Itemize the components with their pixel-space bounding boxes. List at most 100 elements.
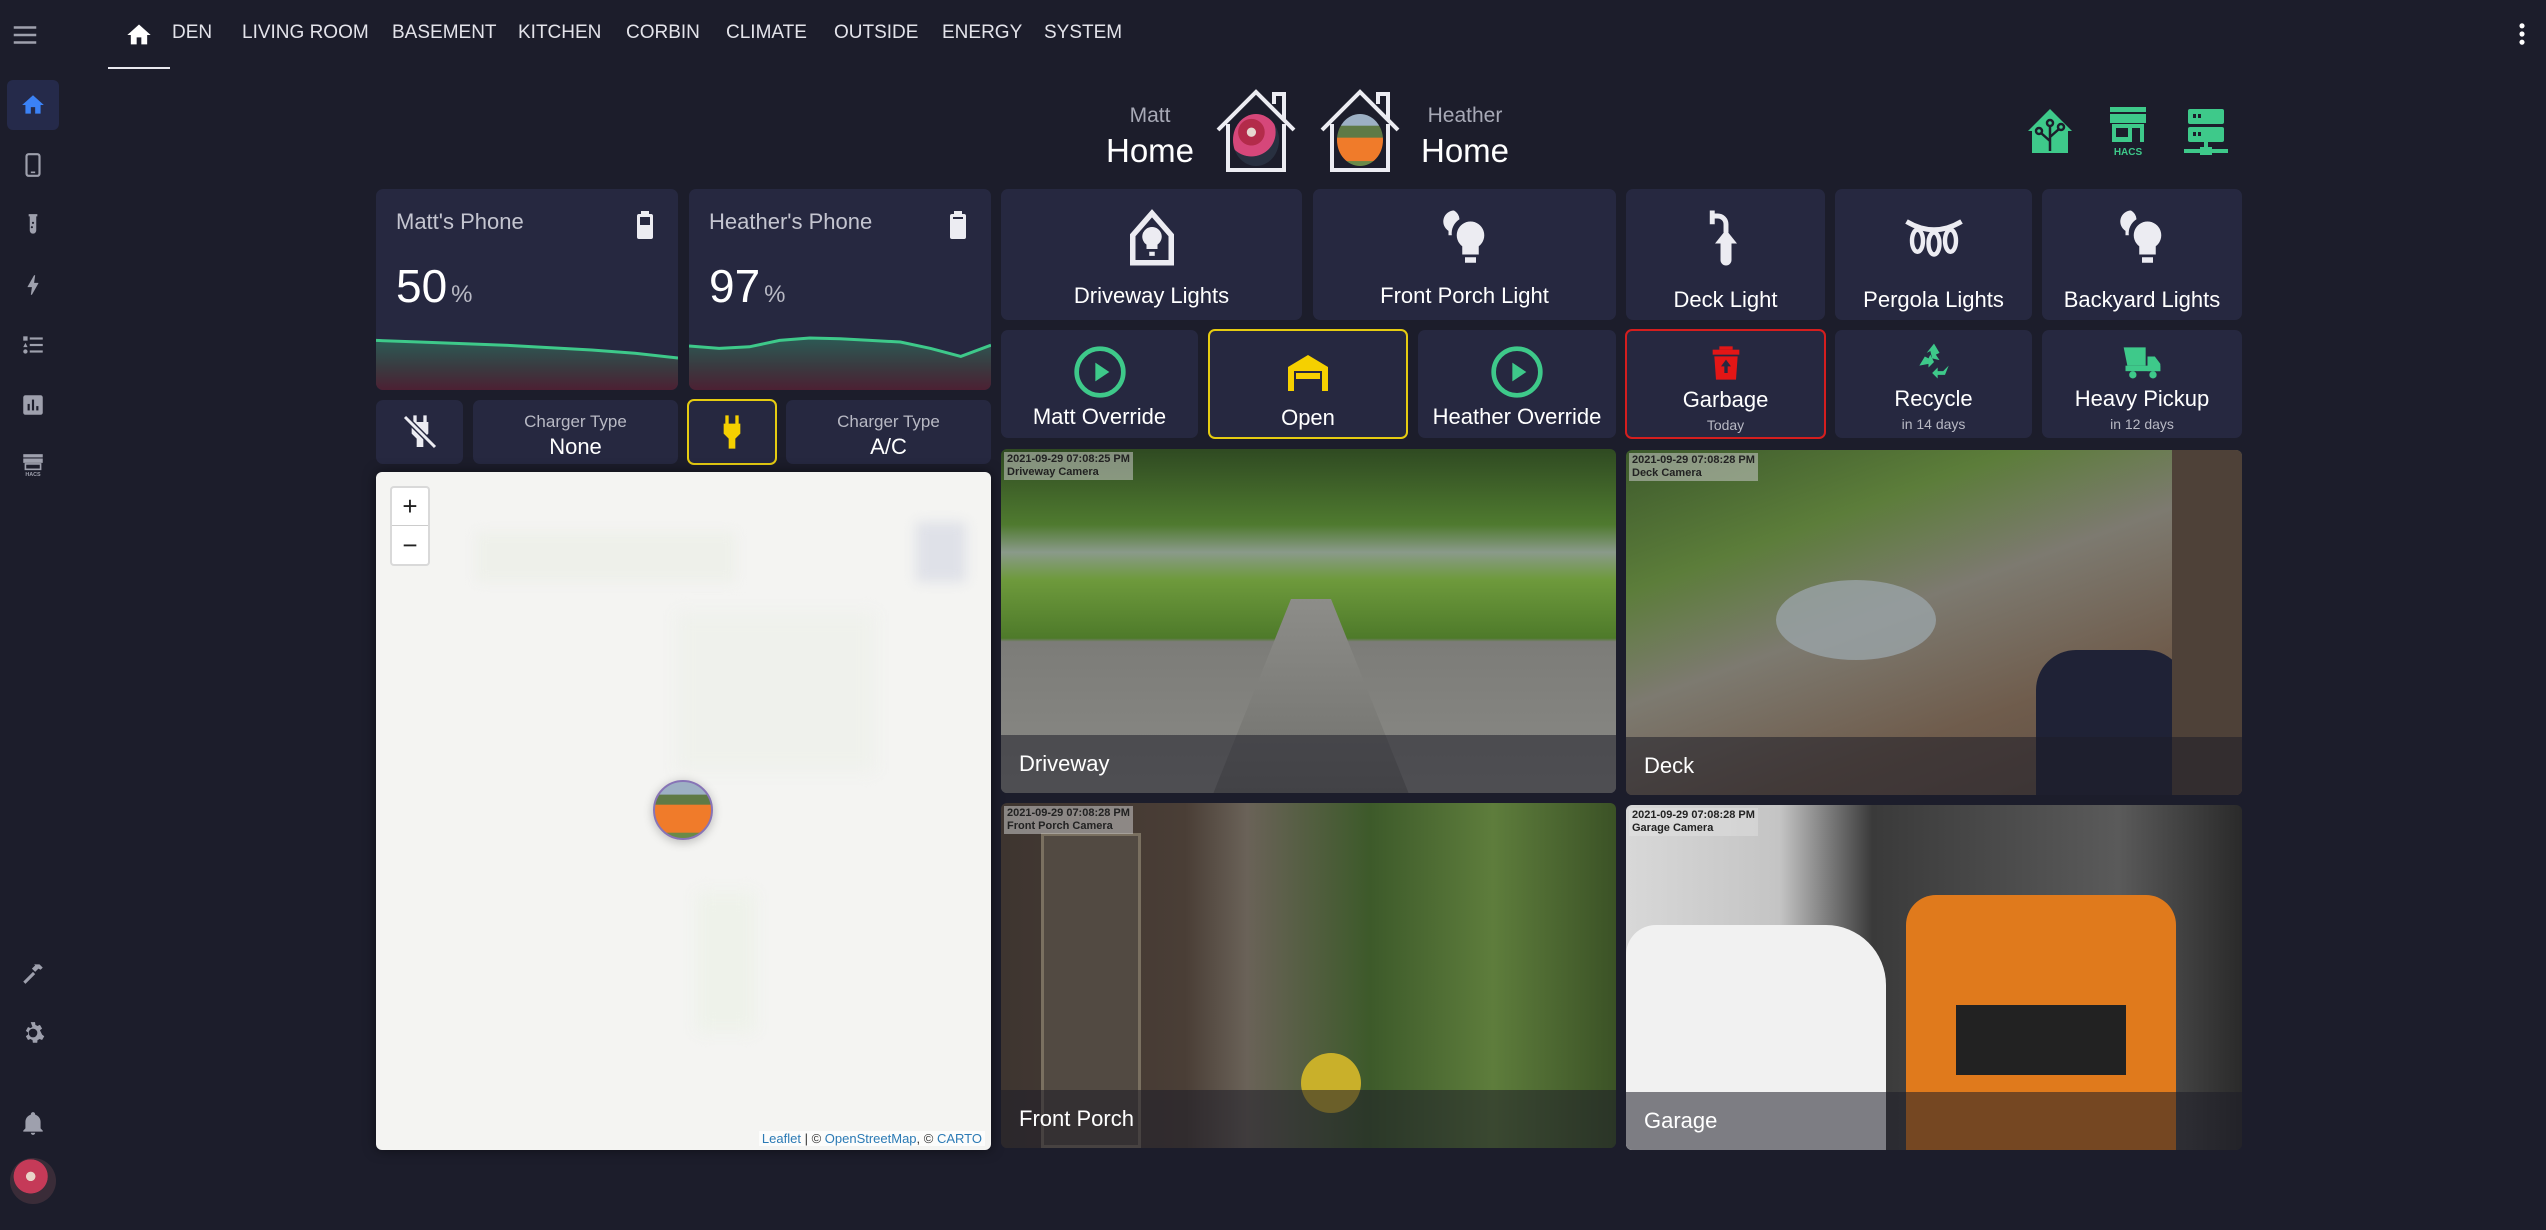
- sidebar-item-mobile[interactable]: [7, 140, 59, 190]
- dots-vertical-icon: [2519, 23, 2525, 45]
- svg-text:HACS: HACS: [25, 472, 41, 478]
- phone-card-heather[interactable]: Heather's Phone 97%: [689, 189, 991, 390]
- battery-90-icon: [950, 211, 966, 239]
- sidebar-item-logbook[interactable]: [7, 320, 59, 370]
- map-area: [676, 612, 876, 772]
- lightning-bolt-icon: [27, 275, 39, 295]
- openstreetmap-link[interactable]: OpenStreetMap: [825, 1131, 917, 1146]
- tab-climate[interactable]: CLIMATE: [726, 22, 807, 44]
- tab-energy[interactable]: ENERGY: [942, 22, 1022, 44]
- camera-overlay: 2021-09-29 07:08:25 PM Driveway Camera: [1004, 452, 1133, 480]
- front-porch-light-button[interactable]: Front Porch Light: [1313, 189, 1616, 320]
- battery-history-graph: [689, 336, 991, 390]
- backyard-lights-button[interactable]: Backyard Lights: [2042, 189, 2242, 320]
- button-label: Pergola Lights: [1863, 287, 2004, 312]
- button-label: Front Porch Light: [1380, 283, 1549, 308]
- battery-history-graph: [376, 338, 678, 390]
- driveway-lights-button[interactable]: Driveway Lights: [1001, 189, 1302, 320]
- camera-garage[interactable]: 2021-09-29 07:08:28 PM Garage Camera Gara…: [1626, 805, 2242, 1150]
- string-lights-icon: [1904, 219, 1963, 257]
- camera-deck[interactable]: 2021-09-29 07:08:28 PM Deck Camera Deck: [1626, 450, 2242, 795]
- charger-state-matt[interactable]: [376, 400, 463, 464]
- home-icon: [127, 24, 151, 45]
- map-area: [916, 522, 966, 582]
- sidebar: HACS: [0, 0, 66, 1230]
- tab-living-room[interactable]: LIVING ROOM: [242, 22, 369, 44]
- button-sublabel: in 14 days: [1901, 416, 1966, 432]
- camera-overlay: 2021-09-29 07:08:28 PM Deck Camera: [1629, 453, 1758, 481]
- sidebar-item-energy[interactable]: [7, 260, 59, 310]
- sidebar-item-profile[interactable]: [7, 1156, 59, 1206]
- button-sublabel: Today: [1706, 417, 1745, 433]
- button-label: Heather Override: [1432, 404, 1602, 429]
- button-label: Matt Override: [1032, 404, 1167, 429]
- sidebar-item-settings[interactable]: [7, 1008, 59, 1058]
- matt-photo: [1233, 114, 1279, 166]
- phone-title: Matt's Phone: [396, 209, 524, 234]
- power-plug-icon: [723, 415, 741, 449]
- garage-door-button[interactable]: Open: [1208, 329, 1408, 439]
- tab-kitchen[interactable]: KITCHEN: [518, 22, 601, 44]
- test-tube-icon: [28, 214, 38, 234]
- button-sublabel: in 12 days: [2110, 416, 2174, 432]
- charger-type-matt[interactable]: Charger Type None: [473, 400, 678, 464]
- sidebar-item-history[interactable]: [7, 380, 59, 430]
- button-label: Heavy Pickup: [2074, 386, 2210, 411]
- charger-type-heather[interactable]: Charger Type A/C: [786, 400, 991, 464]
- tab-corbin[interactable]: CORBIN: [626, 22, 700, 44]
- server-shortcut[interactable]: [2180, 103, 2232, 159]
- map-person-marker[interactable]: [653, 780, 713, 840]
- deck-light-button[interactable]: Deck Light: [1626, 189, 1825, 320]
- phone-card-matt[interactable]: Matt's Phone 50%: [376, 189, 678, 390]
- camera-front-porch[interactable]: 2021-09-29 07:08:28 PM Front Porch Camera…: [1001, 803, 1616, 1148]
- map-attribution: Leaflet | © OpenStreetMap, © CARTO: [758, 1131, 985, 1146]
- sidebar-item-developer-tools[interactable]: [7, 948, 59, 998]
- carto-link[interactable]: CARTO: [937, 1131, 982, 1146]
- play-circle-icon: [1073, 346, 1126, 398]
- person-matt[interactable]: Matt Home: [1100, 104, 1200, 170]
- overflow-menu-button[interactable]: [2508, 16, 2536, 52]
- phone-battery-value: 97%: [709, 260, 786, 312]
- leaflet-link[interactable]: Leaflet: [762, 1131, 801, 1146]
- camera-name: Garage: [1644, 1108, 1718, 1133]
- camera-driveway[interactable]: 2021-09-29 07:08:25 PM Driveway Camera Dr…: [1001, 449, 1616, 793]
- hacs-icon: HACS: [23, 454, 43, 478]
- recycle-icon: [1918, 343, 1949, 379]
- heavy-pickup-button[interactable]: Heavy Pickup in 12 days: [2042, 330, 2242, 438]
- person-heather-avatar[interactable]: [1318, 86, 1402, 174]
- tab-den[interactable]: DEN: [172, 22, 212, 44]
- sidebar-item-hacs[interactable]: HACS: [7, 440, 59, 490]
- menu-button[interactable]: [10, 20, 40, 50]
- location-map[interactable]: + − Leaflet | © OpenStreetMap, © CARTO: [376, 472, 991, 1150]
- bell-icon: [23, 1112, 43, 1135]
- person-matt-avatar[interactable]: [1214, 86, 1298, 174]
- sidebar-item-notifications[interactable]: [7, 1098, 59, 1148]
- tab-system[interactable]: SYSTEM: [1044, 22, 1122, 44]
- home-assistant-shortcut[interactable]: [2024, 103, 2076, 159]
- button-label: Recycle: [1894, 386, 1973, 411]
- cog-icon: [25, 1022, 45, 1043]
- sidebar-item-overview[interactable]: [7, 80, 59, 130]
- charger-type-label: Charger Type: [837, 412, 940, 431]
- map-zoom-out-button[interactable]: −: [392, 526, 428, 564]
- pergola-lights-button[interactable]: Pergola Lights: [1835, 189, 2032, 320]
- hacs-shortcut[interactable]: HACS: [2102, 103, 2154, 159]
- map-zoom-in-button[interactable]: +: [392, 488, 428, 526]
- tab-home[interactable]: [108, 0, 170, 70]
- power-plug-off-icon: [402, 414, 437, 450]
- hamburger-menu-icon: [13, 26, 37, 44]
- charger-type-value: A/C: [870, 434, 907, 459]
- matt-override-button[interactable]: Matt Override: [1001, 330, 1198, 438]
- tab-outside[interactable]: OUTSIDE: [834, 22, 918, 44]
- garbage-button[interactable]: Garbage Today: [1625, 329, 1826, 439]
- charger-state-heather[interactable]: [687, 399, 777, 465]
- heather-override-button[interactable]: Heather Override: [1418, 330, 1616, 438]
- map-area: [696, 892, 756, 1032]
- tab-basement[interactable]: BASEMENT: [392, 22, 497, 44]
- button-label: Driveway Lights: [1073, 283, 1230, 308]
- hacs-store-icon: HACS: [2110, 107, 2146, 158]
- person-heather[interactable]: Heather Home: [1410, 104, 1520, 170]
- sidebar-item-developer[interactable]: [7, 200, 59, 250]
- recycle-button[interactable]: Recycle in 14 days: [1835, 330, 2032, 438]
- person-state: Home: [1420, 132, 1510, 169]
